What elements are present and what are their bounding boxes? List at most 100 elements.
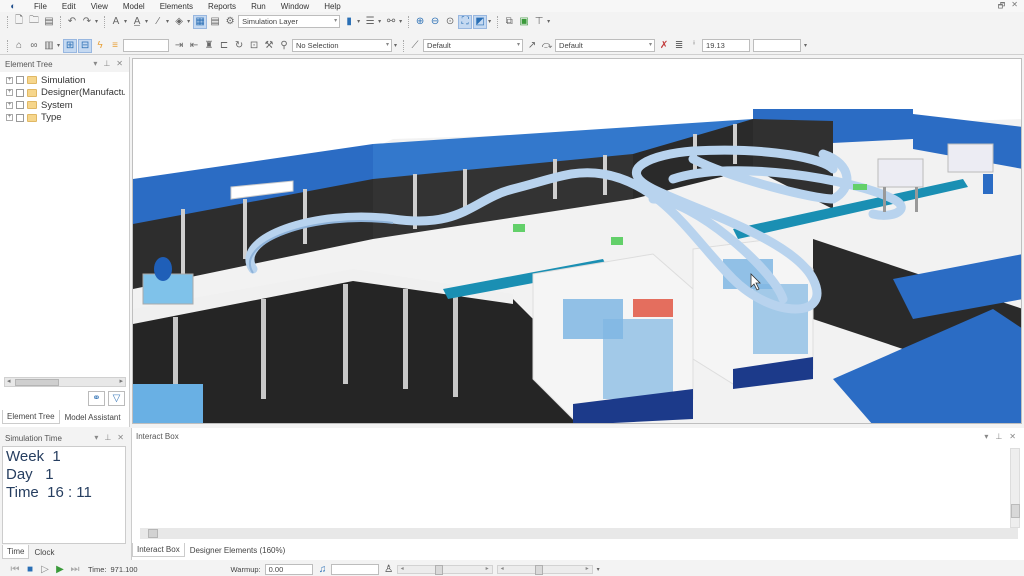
stop-icon[interactable]: ■ xyxy=(23,562,37,576)
tree-layout-alt-icon[interactable]: ⊟ xyxy=(78,38,93,53)
slider-knob[interactable] xyxy=(435,564,444,575)
selection-combo[interactable]: No Selection ▾ xyxy=(292,39,393,52)
delete-curve-icon[interactable]: ✗ xyxy=(657,39,671,53)
value-field[interactable]: 19.13 xyxy=(702,39,751,52)
image-icon[interactable]: ▣ xyxy=(517,15,531,29)
zoom-in-icon[interactable]: ⊕ xyxy=(413,15,427,29)
menu-elements[interactable]: Elements xyxy=(160,2,193,11)
tool-icon[interactable]: ⚲ xyxy=(277,39,291,53)
tree-item-simulation[interactable]: + Simulation xyxy=(0,74,129,87)
pin-icon[interactable]: ⊥ xyxy=(104,433,111,442)
lightning-list-icon[interactable]: ≡ xyxy=(108,39,122,53)
zoom-window-icon[interactable]: ⊙ xyxy=(443,15,457,29)
play-icon[interactable]: ▶ xyxy=(53,562,67,576)
scrollbar-thumb[interactable] xyxy=(1011,504,1020,518)
curve-icon[interactable]: ⤼ xyxy=(540,39,554,53)
interact-horizontal-scrollbar[interactable] xyxy=(140,528,1018,539)
pin-icon[interactable]: ⊥ xyxy=(103,59,110,68)
scrollbar-thumb[interactable] xyxy=(15,379,59,386)
rotate-icon[interactable]: ↻ xyxy=(232,39,246,53)
layer-select[interactable]: Simulation Layer ▾ xyxy=(238,15,341,28)
checkbox[interactable] xyxy=(16,88,24,97)
redo-icon[interactable]: ↷ xyxy=(80,15,94,29)
menu-file[interactable]: File xyxy=(34,2,47,11)
import-icon[interactable]: ⇥ xyxy=(172,39,186,53)
tree-item-type[interactable]: + Type xyxy=(0,112,129,125)
tree-item-designer[interactable]: + Designer(Manufactu xyxy=(0,87,129,100)
list-view-icon[interactable]: ▤ xyxy=(208,15,222,29)
tree-item-system[interactable]: + System xyxy=(0,99,129,112)
export-icon[interactable]: ⇤ xyxy=(187,39,201,53)
search-input[interactable] xyxy=(123,39,170,52)
link-icon[interactable]: ⚯ xyxy=(384,15,398,29)
table-icon[interactable]: ⊡ xyxy=(247,39,261,53)
save-icon[interactable]: ▤ xyxy=(42,15,56,29)
layer-settings-icon[interactable]: ⚙ xyxy=(223,15,237,29)
line-color-icon[interactable]: ∕ xyxy=(151,15,165,29)
layer-icon[interactable]: ▮ xyxy=(342,15,356,29)
fit-view-icon[interactable]: ⛶ xyxy=(458,14,473,29)
home-icon[interactable]: ⌂ xyxy=(12,39,26,53)
checkbox[interactable] xyxy=(16,113,24,122)
add-path-icon[interactable]: ⟋ xyxy=(408,39,422,53)
scrollbar-thumb[interactable] xyxy=(148,529,158,538)
menu-edit[interactable]: Edit xyxy=(62,2,76,11)
snapshot-icon[interactable]: ⧉ xyxy=(502,15,516,29)
path-combo-1[interactable]: Default ▾ xyxy=(423,39,524,52)
curve-list-icon[interactable]: ≣ xyxy=(672,39,686,53)
slider-knob[interactable] xyxy=(535,564,544,575)
reset-icon[interactable]: ⏮ xyxy=(8,562,22,576)
redo-dropdown-icon[interactable]: ▾ xyxy=(95,18,98,25)
expand-icon[interactable]: + xyxy=(6,89,13,97)
operator-icon[interactable]: ♜ xyxy=(202,39,216,53)
tree-horizontal-scrollbar[interactable]: ◂ ▸ xyxy=(4,377,126,387)
fill-color-icon[interactable]: ◈ xyxy=(172,15,186,29)
add-curve-icon[interactable]: ↗ xyxy=(525,39,539,53)
columns-icon[interactable]: ▥ xyxy=(42,39,56,53)
expand-icon[interactable]: + xyxy=(6,101,13,109)
alarm-bell-icon[interactable]: ♫ xyxy=(316,562,330,576)
menu-help[interactable]: Help xyxy=(324,2,340,11)
close-icon[interactable]: ✕ xyxy=(1009,432,1016,441)
panel-menu-icon[interactable]: ▾ xyxy=(984,432,988,441)
curve-info-icon[interactable]: ⁱ xyxy=(687,39,701,53)
3d-view-icon[interactable]: ◩ xyxy=(473,14,488,29)
pin-icon[interactable]: ⊥ xyxy=(995,432,1002,441)
close-window-icon[interactable]: ✕ xyxy=(1011,0,1018,14)
scroll-left-icon[interactable]: ◂ xyxy=(7,377,11,385)
tab-element-tree[interactable]: Element Tree xyxy=(2,410,60,424)
speed-slider[interactable]: ◂ ▸ xyxy=(396,564,493,575)
binoculars-icon[interactable]: ∞ xyxy=(27,39,41,53)
interact-vertical-scrollbar[interactable] xyxy=(1010,448,1020,528)
font-color-icon[interactable]: A̲ xyxy=(130,15,144,29)
tab-interact-box[interactable]: Interact Box xyxy=(132,543,185,557)
undo-icon[interactable]: ↶ xyxy=(65,15,79,29)
properties-icon[interactable]: ⊤ xyxy=(532,15,546,29)
find-button[interactable]: ⚭ xyxy=(88,391,105,406)
expand-icon[interactable]: + xyxy=(6,114,13,122)
warmup-field[interactable]: 0.00 xyxy=(264,563,313,575)
lightning-icon[interactable]: ϟ xyxy=(93,39,107,53)
step-icon[interactable]: ▷ xyxy=(38,562,52,576)
grid-view-icon[interactable]: ▦ xyxy=(193,14,208,29)
open-folder-icon[interactable]: 🗀 xyxy=(27,15,41,29)
3d-viewport[interactable] xyxy=(132,58,1022,424)
checkbox[interactable] xyxy=(16,76,24,85)
toolbar-grip[interactable] xyxy=(7,15,9,28)
alarm-field[interactable] xyxy=(330,563,379,575)
menu-view[interactable]: View xyxy=(91,2,108,11)
zoom-out-icon[interactable]: ⊖ xyxy=(428,15,442,29)
zoom-slider[interactable]: ◂ ▸ xyxy=(496,564,593,575)
new-file-icon[interactable]: 🗋 xyxy=(12,15,26,29)
tree-layout-icon[interactable]: ⊞ xyxy=(63,38,78,53)
menu-window[interactable]: Window xyxy=(281,2,309,11)
tab-time[interactable]: Time xyxy=(2,545,30,559)
panel-menu-icon[interactable]: ▾ xyxy=(94,433,98,442)
panel-menu-icon[interactable]: ▾ xyxy=(93,59,97,68)
tab-clock[interactable]: Clock xyxy=(29,545,59,559)
wrench-icon[interactable]: ⚒ xyxy=(262,39,276,53)
menu-reports[interactable]: Reports xyxy=(208,2,236,11)
menu-model[interactable]: Model xyxy=(123,2,145,11)
tab-model-assistant[interactable]: Model Assistant xyxy=(60,410,126,424)
fast-forward-icon[interactable]: ⏭ xyxy=(68,562,82,576)
